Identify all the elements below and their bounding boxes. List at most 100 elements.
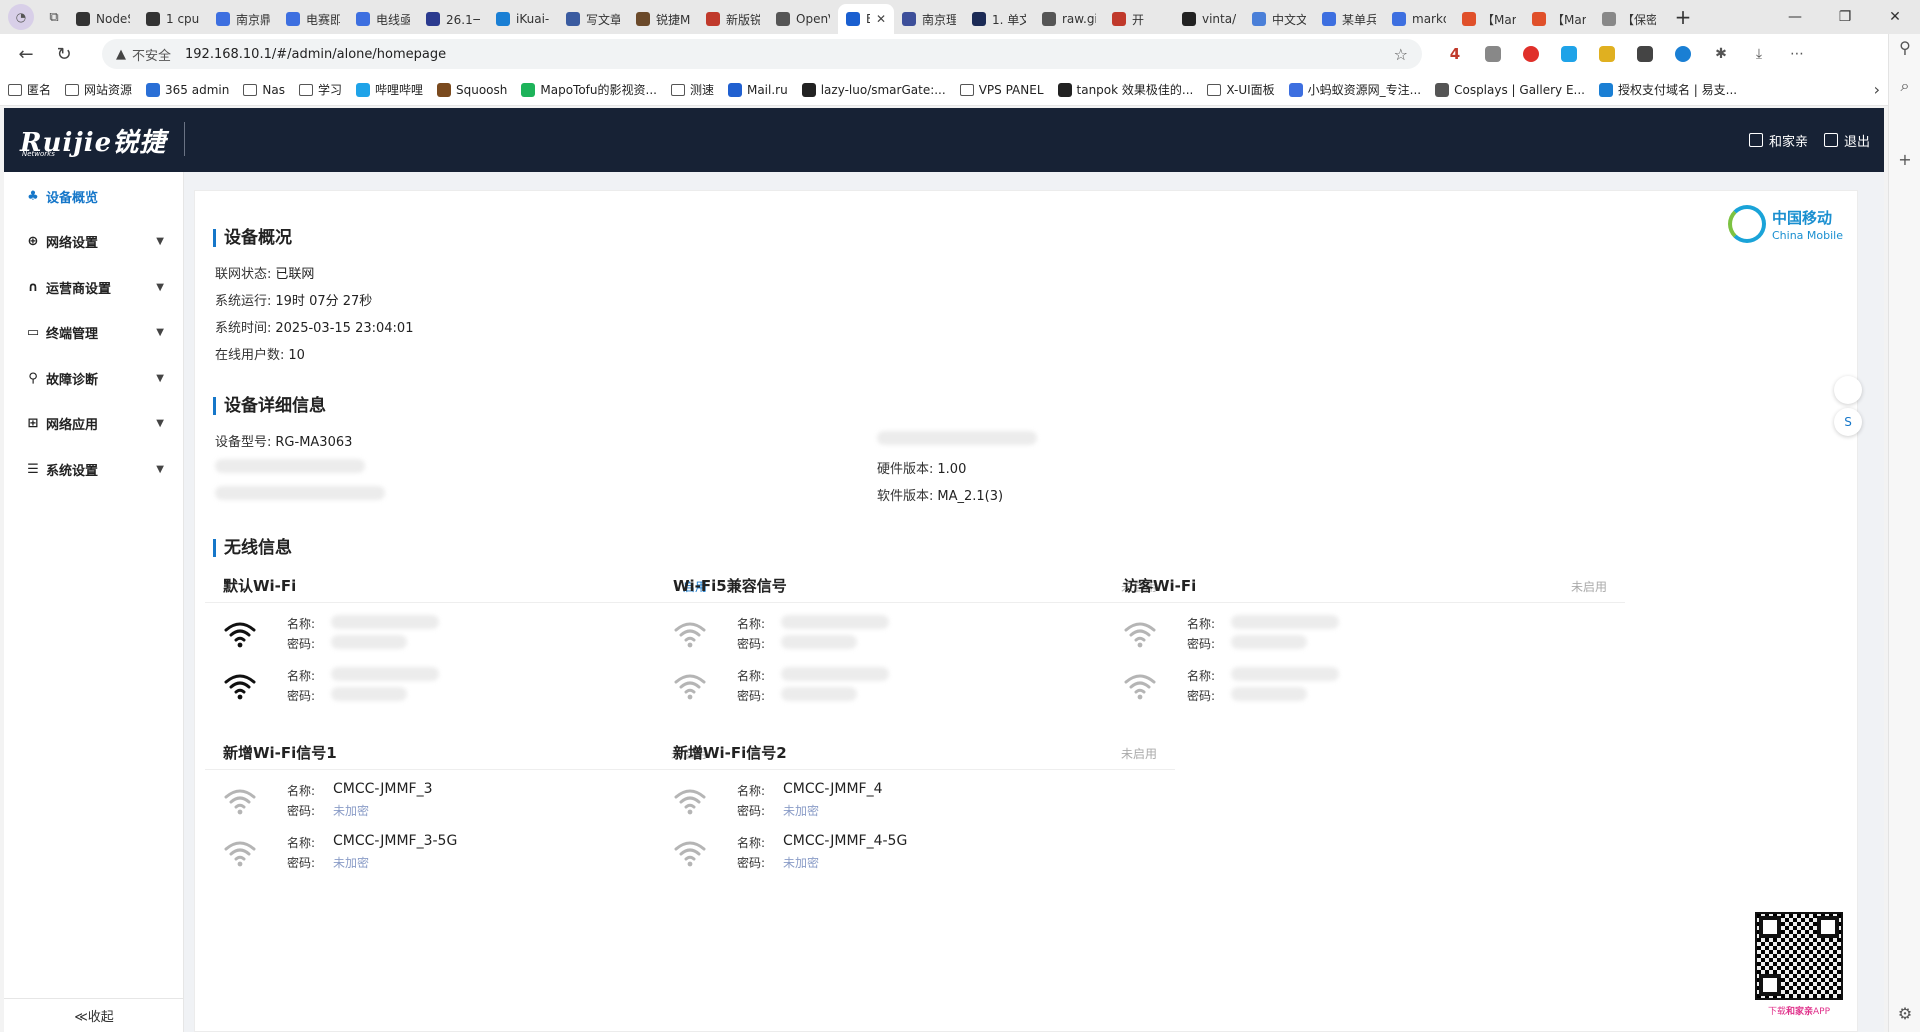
sidebar-item-label: 故障诊断 <box>46 372 99 388</box>
tab-close-icon[interactable]: ✕ <box>876 12 886 26</box>
bookmark-item[interactable]: X-UI面板 <box>1207 81 1275 98</box>
browser-tab[interactable]: 【保密 <box>1594 4 1664 34</box>
bookmark-item[interactable]: 网站资源 <box>65 81 132 98</box>
folder-icon <box>1207 83 1222 96</box>
bookmark-item[interactable]: 哔哩哔哩 <box>355 81 423 98</box>
ext-glasses-icon[interactable] <box>1630 39 1660 69</box>
browser-tab[interactable]: 26.1一 <box>418 4 488 34</box>
bookmark-label: Nas <box>262 82 285 97</box>
bookmark-item[interactable]: Cosplays | Gallery E... <box>1435 82 1585 97</box>
bookmark-item[interactable]: 小蚂蚁资源网_专注... <box>1288 81 1421 98</box>
sidebar-item[interactable]: ⚲ 故障诊断 ▼ <box>4 358 184 398</box>
browser-tab[interactable]: markd <box>1384 4 1454 34</box>
bookmark-item[interactable]: 授权支付域名 | 易支... <box>1598 81 1737 98</box>
wifi-entry: 名称: 密码: <box>1123 667 1623 707</box>
bookmark-item[interactable]: Mail.ru <box>727 82 788 97</box>
security-label[interactable]: 不安全 <box>132 45 171 64</box>
address-bar[interactable]: ▲ 不安全 192.168.10.1/#/admin/alone/homepag… <box>102 39 1422 69</box>
url-text[interactable]: 192.168.10.1/#/admin/alone/homepage <box>185 47 1394 62</box>
sidebar-item[interactable]: ∩ 运营商设置 ▼ <box>4 267 184 307</box>
bilibili-ext-icon[interactable] <box>1554 39 1584 69</box>
bookmark-item[interactable]: Squoosh <box>436 82 507 97</box>
wifi-password-label: 密码: <box>287 637 316 651</box>
browser-menu-icon[interactable]: ⋯ <box>1782 39 1812 69</box>
search-sidebar-icon[interactable]: ⌕ <box>1889 76 1920 96</box>
logout-label: 退出 <box>1843 134 1870 150</box>
bookmark-item[interactable]: tanpok 效果极佳的... <box>1057 81 1194 98</box>
sidebar-item[interactable]: ♣ 设备概览 <box>4 176 184 216</box>
browser-tab[interactable]: 南京鼎 <box>208 4 278 34</box>
wifi-password-label: 密码: <box>737 689 766 703</box>
bookmark-label: tanpok 效果极佳的... <box>1076 83 1194 97</box>
sidebar-item[interactable]: ⊕ 网络设置 ▼ <box>4 222 184 262</box>
sidebar-item[interactable]: ☰ 系统设置 ▼ <box>4 449 184 489</box>
wifi-status-badge[interactable]: 未启用 <box>1571 578 1607 595</box>
floating-assistant-icon[interactable]: S <box>1834 408 1862 436</box>
adblock-icon[interactable] <box>1516 39 1546 69</box>
wifi-status-badge[interactable]: 未启用 <box>1121 745 1157 762</box>
browser-tab[interactable]: NodeS <box>68 4 138 34</box>
bookmark-item[interactable]: 学习 <box>298 81 342 98</box>
router-admin-app: Ruijie锐捷 Networks 和家亲 退出 ≪收起 ♣ 设备概览 ⊕ 网络设置 ▼… <box>4 108 1884 1032</box>
extensions-puzzle-icon[interactable]: ✱ <box>1706 39 1736 69</box>
wifi-password: 未加密 <box>333 804 370 818</box>
browser-tab[interactable]: raw.git <box>1034 4 1104 34</box>
bookmarks-more-icon[interactable]: › <box>1874 80 1880 99</box>
close-window-icon[interactable]: ✕ <box>1870 0 1920 34</box>
browser-tab[interactable]: 电赛即 <box>278 4 348 34</box>
collapse-sidebar-button[interactable]: ≪收起 <box>4 998 184 1032</box>
sidebar-item[interactable]: ⊞ 网络应用 ▼ <box>4 404 184 444</box>
browser-tab[interactable]: 【Mar <box>1524 4 1594 34</box>
add-sidebar-icon[interactable]: + <box>1889 150 1920 169</box>
bookmark-item[interactable]: 365 admin <box>146 82 229 97</box>
back-button[interactable]: ← <box>10 38 42 70</box>
browser-tab[interactable]: 锐捷M <box>628 4 698 34</box>
browser-tab[interactable]: 中文文 <box>1244 4 1314 34</box>
tab-label: iKuai-I <box>516 12 550 26</box>
bookmark-item[interactable]: 测速 <box>670 81 714 98</box>
china-mobile-en: China Mobile <box>1771 228 1843 242</box>
reload-button[interactable]: ↻ <box>48 38 80 70</box>
browser-tab[interactable]: iKuai-I <box>488 4 558 34</box>
browser-tab[interactable]: 1 cpu <box>138 4 208 34</box>
browser-tab[interactable]: 电线亟 <box>348 4 418 34</box>
browser-tab[interactable]: vinta/p <box>1174 4 1244 34</box>
wifi-signal-icon <box>673 619 707 649</box>
bookmark-item[interactable]: 匿名 <box>8 81 51 98</box>
logout-button[interactable]: 退出 <box>1823 131 1870 150</box>
profile-avatar[interactable]: ◔ <box>8 4 34 30</box>
extension-badge[interactable]: 4 <box>1440 39 1470 69</box>
browser-tab[interactable]: OpenV <box>768 4 838 34</box>
sidebar-item[interactable]: ▭ 终端管理 ▼ <box>4 313 184 353</box>
download-icon[interactable]: ⤓ <box>1744 39 1774 69</box>
browser-tab[interactable]: 南京理 <box>894 4 964 34</box>
settings-gear-icon[interactable]: ⚙ <box>1889 1004 1920 1023</box>
browser-tab[interactable]: 新版锐 <box>698 4 768 34</box>
extension-store-icon[interactable] <box>1478 39 1508 69</box>
restore-icon[interactable]: ❐ <box>1820 0 1870 34</box>
bookmark-item[interactable]: VPS PANEL <box>959 83 1044 97</box>
ext-blue-circle-icon[interactable] <box>1668 39 1698 69</box>
warning-icon[interactable]: ▲ <box>116 47 126 62</box>
browser-tab[interactable]: 1. 单文 <box>964 4 1034 34</box>
wifi-name-label: 名称: <box>737 617 766 631</box>
ext-yellow-icon[interactable] <box>1592 39 1622 69</box>
search-icon[interactable]: ⚲ <box>1889 38 1920 57</box>
tab-actions-icon[interactable]: ⧉ <box>40 10 68 25</box>
minimize-icon[interactable]: — <box>1770 0 1820 34</box>
browser-tab[interactable]: E\ ✕ <box>838 4 894 34</box>
floating-dot-button[interactable] <box>1834 376 1862 404</box>
logout-icon <box>1823 133 1838 147</box>
new-tab-button[interactable]: + <box>1668 2 1698 32</box>
bookmark-item[interactable]: lazy-luo/smarGate:... <box>801 82 946 97</box>
bookmark-star-icon[interactable]: ☆ <box>1394 45 1408 64</box>
bookmark-item[interactable]: Nas <box>243 83 285 97</box>
browser-tab[interactable]: 开 <box>1104 4 1174 34</box>
browser-tab[interactable]: 某单兵 <box>1314 4 1384 34</box>
hejia-button[interactable]: 和家亲 <box>1748 131 1808 150</box>
details-title: 设备详细信息 <box>213 397 326 415</box>
bookmark-item[interactable]: MapoTofu的影视资... <box>521 81 657 98</box>
bookmark-favicon-icon <box>1288 82 1303 97</box>
browser-tab[interactable]: 写文章 <box>558 4 628 34</box>
browser-tab[interactable]: 【Mar <box>1454 4 1524 34</box>
